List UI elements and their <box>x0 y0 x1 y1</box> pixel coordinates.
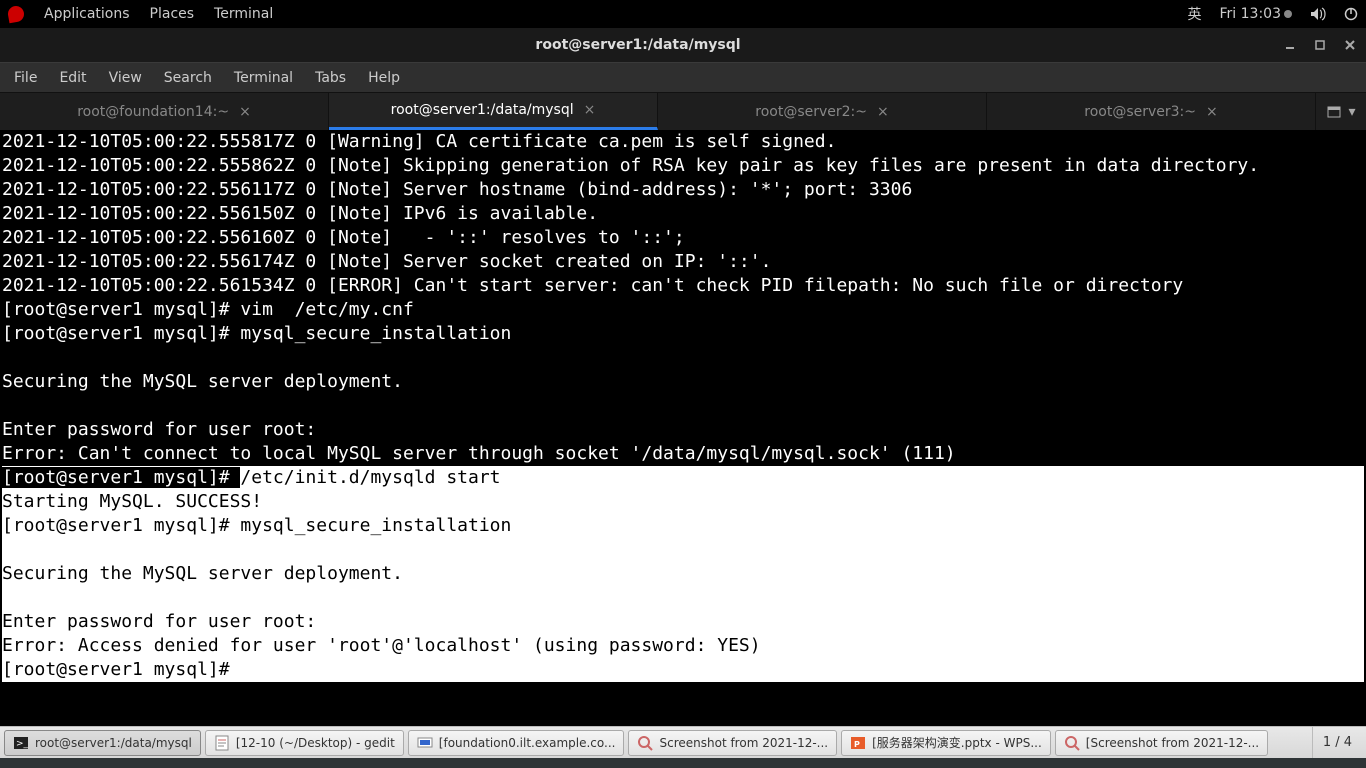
terminal-menu[interactable]: Terminal <box>214 6 273 22</box>
wps-icon: P <box>850 735 866 751</box>
bottom-taskbar: >_ root@server1:/data/mysql [12-10 (~/De… <box>0 726 1366 758</box>
close-icon[interactable]: × <box>239 104 251 120</box>
tab-label: root@server1:/data/mysql <box>391 102 574 118</box>
image-viewer-icon <box>1064 735 1080 751</box>
terminal-output-top: 2021-12-10T05:00:22.555817Z 0 [Warning] … <box>2 131 1259 464</box>
taskbar-label: [Screenshot from 2021-12-... <box>1086 736 1259 750</box>
window-title: root@server1:/data/mysql <box>8 37 1268 53</box>
taskbar-label: Screenshot from 2021-12-... <box>659 736 828 750</box>
taskbar-item-screenshot1[interactable]: Screenshot from 2021-12-... <box>628 730 837 756</box>
tab-server1[interactable]: root@server1:/data/mysql × <box>329 93 658 130</box>
terminal-tabbar: root@foundation14:~ × root@server1:/data… <box>0 92 1366 130</box>
menu-edit[interactable]: Edit <box>49 66 96 90</box>
taskbar-item-terminal[interactable]: >_ root@server1:/data/mysql <box>4 730 201 756</box>
terminal-viewport[interactable]: 2021-12-10T05:00:22.555817Z 0 [Warning] … <box>0 130 1366 726</box>
svg-text:P: P <box>854 740 860 749</box>
input-method-indicator[interactable]: 英 <box>1188 4 1202 24</box>
tab-server2[interactable]: root@server2:~ × <box>658 93 987 130</box>
new-tab-button[interactable]: ▾ <box>1316 93 1366 130</box>
menu-view[interactable]: View <box>99 66 152 90</box>
svg-text:>_: >_ <box>16 739 29 749</box>
gedit-icon <box>214 735 230 751</box>
volume-icon[interactable] <box>1310 7 1326 21</box>
taskbar-item-wps[interactable]: P [服务器架构演变.pptx - WPS... <box>841 730 1051 756</box>
taskbar-item-virt[interactable]: [foundation0.ilt.example.co... <box>408 730 625 756</box>
terminal-prompt: [root@server1 mysql]# <box>2 467 240 488</box>
terminal-cursor <box>242 660 252 680</box>
vm-icon <box>417 735 433 751</box>
clock[interactable]: Fri 13:03 <box>1220 6 1292 22</box>
applications-menu[interactable]: Applications <box>44 6 130 22</box>
menu-terminal[interactable]: Terminal <box>224 66 303 90</box>
close-icon[interactable]: × <box>877 104 889 120</box>
workspace-indicator[interactable]: 1 / 4 <box>1312 727 1362 758</box>
gnome-top-panel: Applications Places Terminal 英 Fri 13:03 <box>0 0 1366 27</box>
tab-server3[interactable]: root@server3:~ × <box>987 93 1316 130</box>
taskbar-label: [12-10 (~/Desktop) - gedit <box>236 736 395 750</box>
tab-label: root@foundation14:~ <box>77 104 229 120</box>
tab-label: root@server2:~ <box>755 104 867 120</box>
places-menu[interactable]: Places <box>150 6 195 22</box>
image-viewer-icon <box>637 735 653 751</box>
minimize-button[interactable] <box>1282 37 1298 53</box>
taskbar-item-gedit[interactable]: [12-10 (~/Desktop) - gedit <box>205 730 404 756</box>
terminal-prompt-final: [root@server1 mysql]# <box>2 659 240 680</box>
menu-file[interactable]: File <box>4 66 47 90</box>
window-titlebar: root@server1:/data/mysql <box>0 27 1366 62</box>
terminal-output-highlighted: Starting MySQL. SUCCESS! [root@server1 m… <box>2 491 761 656</box>
terminal-highlighted-block: [root@server1 mysql]# /etc/init.d/mysqld… <box>2 466 1364 682</box>
taskbar-label: root@server1:/data/mysql <box>35 736 192 750</box>
maximize-button[interactable] <box>1312 37 1328 53</box>
distro-icon <box>7 4 26 23</box>
tab-foundation14[interactable]: root@foundation14:~ × <box>0 93 329 130</box>
menu-search[interactable]: Search <box>154 66 222 90</box>
terminal-icon: >_ <box>13 735 29 751</box>
taskbar-label: [服务器架构演变.pptx - WPS... <box>872 734 1042 751</box>
taskbar-item-screenshot2[interactable]: [Screenshot from 2021-12-... <box>1055 730 1268 756</box>
highlighted-command: /etc/init.d/mysqld start <box>240 467 500 488</box>
terminal-menubar: File Edit View Search Terminal Tabs Help <box>0 62 1366 92</box>
close-button[interactable] <box>1342 37 1358 53</box>
menu-help[interactable]: Help <box>358 66 410 90</box>
taskbar-label: [foundation0.ilt.example.co... <box>439 736 616 750</box>
chevron-down-icon: ▾ <box>1348 104 1355 120</box>
clock-text: Fri 13:03 <box>1220 6 1281 22</box>
tab-label: root@server3:~ <box>1084 104 1196 120</box>
notification-dot-icon <box>1284 10 1292 18</box>
close-icon[interactable]: × <box>1206 104 1218 120</box>
power-icon[interactable] <box>1344 7 1358 21</box>
menu-tabs[interactable]: Tabs <box>305 66 356 90</box>
close-icon[interactable]: × <box>584 102 596 118</box>
